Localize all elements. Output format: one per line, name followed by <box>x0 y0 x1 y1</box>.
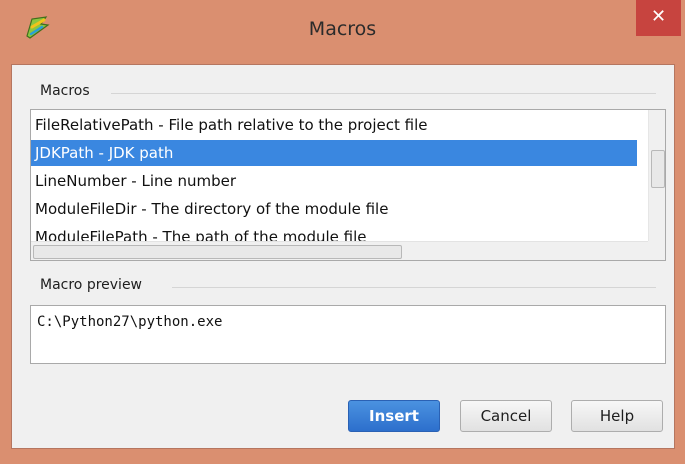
title-bar[interactable]: Macros ✕ <box>0 0 685 64</box>
horizontal-scrollbar[interactable] <box>31 241 648 260</box>
macro-preview-field[interactable]: C:\Python27\python.exe <box>30 305 666 364</box>
vertical-scrollbar[interactable] <box>648 110 665 241</box>
close-icon: ✕ <box>650 6 667 27</box>
list-item-selected[interactable]: JDKPath - JDK path <box>31 140 637 166</box>
close-button[interactable]: ✕ <box>636 0 681 36</box>
group-divider <box>172 287 656 288</box>
help-button[interactable]: Help <box>571 400 663 432</box>
cancel-button[interactable]: Cancel <box>460 400 552 432</box>
vertical-scroll-thumb[interactable] <box>651 150 665 188</box>
list-item[interactable]: ModuleFileDir - The directory of the mod… <box>31 196 637 222</box>
horizontal-scroll-thumb[interactable] <box>33 245 402 259</box>
insert-button[interactable]: Insert <box>348 400 440 432</box>
group-divider <box>111 93 656 94</box>
macros-group-label: Macros <box>40 83 90 99</box>
list-item[interactable]: FileRelativePath - File path relative to… <box>31 112 637 138</box>
preview-group-label: Macro preview <box>40 277 143 293</box>
macros-dialog: Macros ✕ Macros FileRelativePath - File … <box>0 0 685 464</box>
list-item[interactable]: LineNumber - Line number <box>31 168 637 194</box>
macros-list[interactable]: FileRelativePath - File path relative to… <box>30 109 666 261</box>
scrollbar-corner <box>648 241 665 260</box>
window-title: Macros <box>308 18 377 40</box>
